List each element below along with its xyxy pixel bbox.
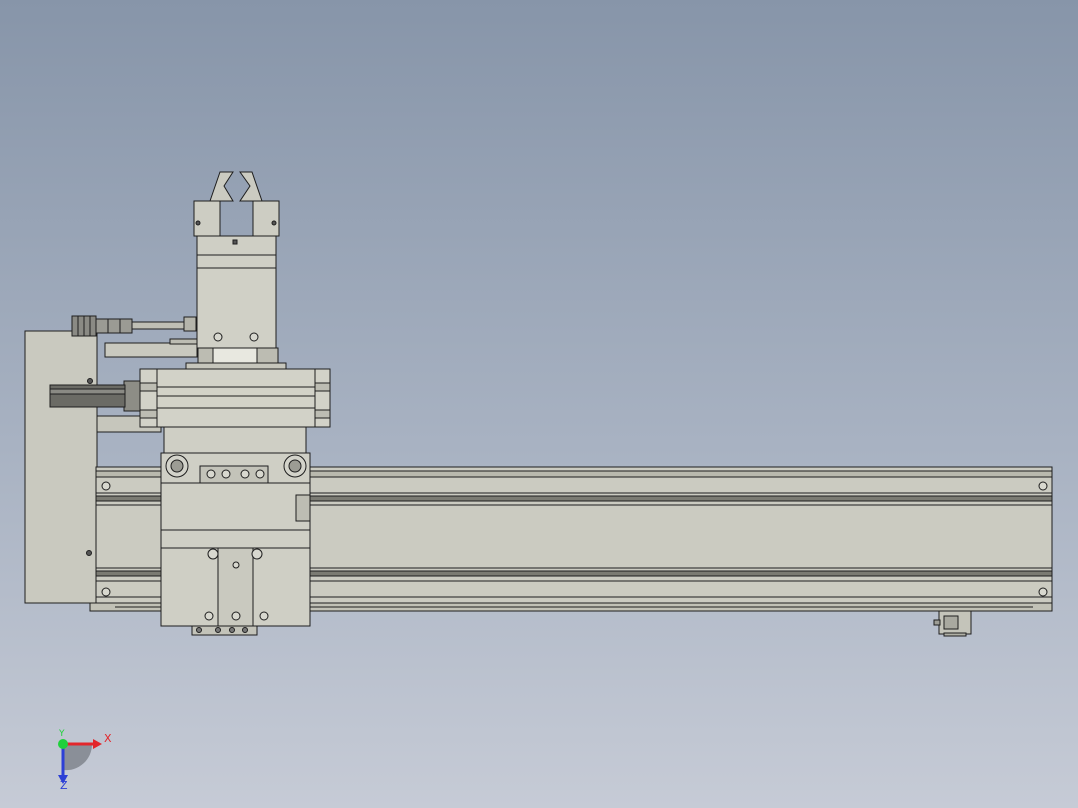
rail-screw [1038,587,1048,597]
z-axis-label: Z [60,779,68,792]
carriage-screw [240,469,250,479]
x-axis-label: X [104,732,112,745]
triad-shadow [63,744,93,771]
rail-screw [1038,481,1048,491]
carriage-screw [232,561,240,569]
plate-screw [86,550,92,556]
gripper-screw [213,332,223,342]
carriage-screw [204,611,214,621]
view-orientation-triad [58,739,102,784]
y-axis-dot [58,739,68,749]
carriage-screw [255,469,265,479]
slide-carriage [160,452,311,636]
cable-connector [71,315,197,337]
carriage-screw [259,611,269,621]
carriage-screw [207,548,219,560]
left-mounting-plate [24,330,98,604]
y-axis-label: Y [59,729,65,739]
gripper-jaw-left [209,171,234,202]
plate-screw [87,378,93,384]
carriage-screw [206,469,216,479]
carriage-screw [221,469,231,479]
gripper-screw [249,332,259,342]
cad-graphics-viewport[interactable]: X Y Z [0,0,1078,808]
carriage-screw [231,611,241,621]
carriage-screw [251,548,263,560]
rail-screw [101,481,111,491]
gripper-assembly [104,171,287,370]
end-sensor-switch [933,610,972,637]
assembly-model[interactable] [0,0,1078,808]
gripper-jaw-right [239,171,263,202]
rail-screw [101,587,111,597]
x-axis-arrow [93,739,102,749]
